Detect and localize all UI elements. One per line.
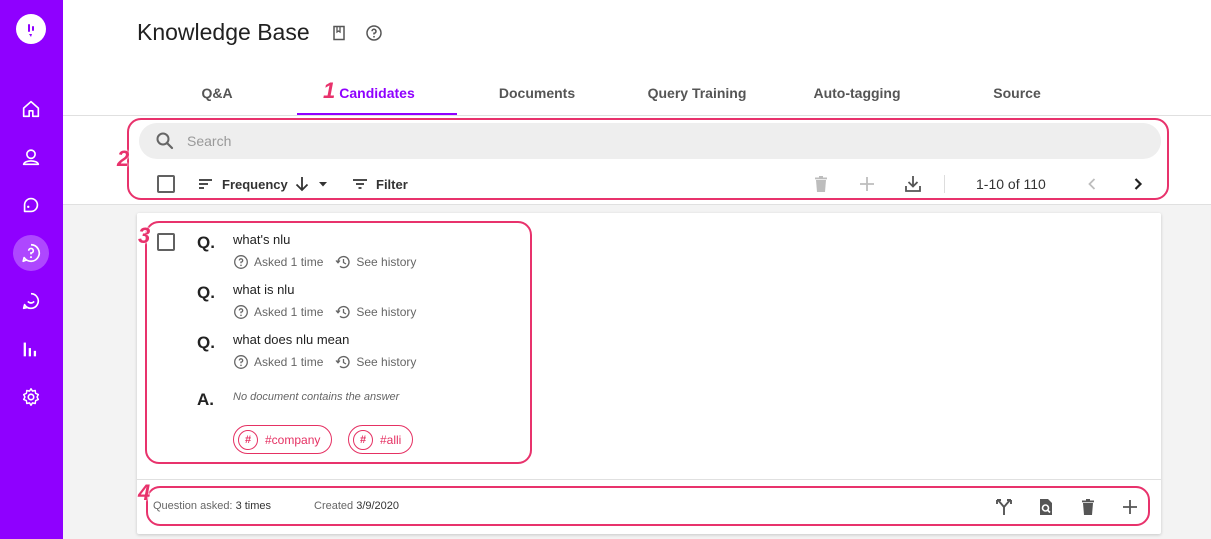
tab-bar: Q&A Candidates Documents Query Training …	[137, 70, 1097, 115]
annotation-box-footer	[146, 486, 1150, 526]
help-icon[interactable]	[365, 24, 383, 42]
sidebar-item-home[interactable]	[13, 91, 49, 127]
gear-icon	[22, 388, 40, 406]
annotation-box-toolbar	[127, 118, 1169, 200]
sidebar-item-messages[interactable]	[13, 283, 49, 319]
annotation-number: 4	[138, 480, 151, 505]
card-footer-divider	[137, 479, 1161, 480]
tab-qa[interactable]: Q&A	[137, 70, 297, 115]
sidebar	[0, 0, 63, 539]
annotation-number: 2	[117, 146, 130, 171]
message-icon	[22, 292, 40, 310]
page-title: Knowledge Base	[137, 19, 310, 45]
logo-icon	[28, 24, 34, 37]
home-icon	[22, 100, 40, 118]
help-circle-icon	[22, 243, 41, 263]
tab-candidates[interactable]: Candidates	[297, 70, 457, 115]
bar-chart-icon	[23, 342, 37, 357]
annotation-number: 3	[138, 223, 151, 248]
annotation-number: 1	[323, 78, 336, 103]
app-logo[interactable]	[16, 14, 46, 44]
tab-source[interactable]: Source	[937, 70, 1097, 115]
user-icon	[22, 149, 40, 166]
book-icon[interactable]	[330, 24, 348, 42]
tab-documents[interactable]: Documents	[457, 70, 617, 115]
sidebar-item-conversations[interactable]	[13, 187, 49, 223]
sidebar-item-users[interactable]	[13, 139, 49, 175]
tab-auto-tagging[interactable]: Auto-tagging	[777, 70, 937, 115]
sidebar-item-knowledge-base[interactable]	[13, 235, 49, 271]
sidebar-item-analytics[interactable]	[13, 331, 49, 367]
chat-icon	[23, 197, 39, 213]
annotation-box-card	[145, 221, 532, 464]
tab-query-training[interactable]: Query Training	[617, 70, 777, 115]
sidebar-item-settings[interactable]	[13, 379, 49, 415]
